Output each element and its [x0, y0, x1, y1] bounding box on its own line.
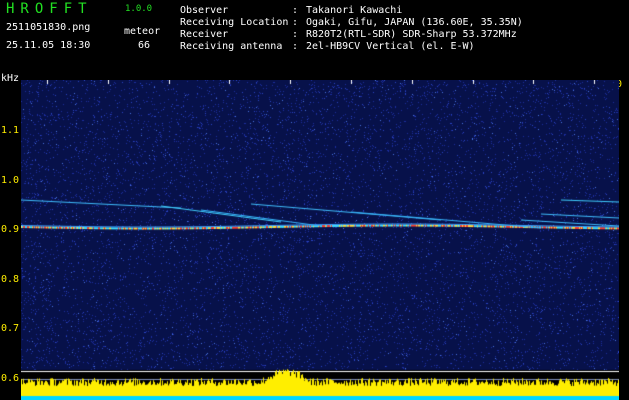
app-version: 1.0.0 — [125, 4, 153, 14]
y-axis-unit: kHz — [1, 73, 20, 84]
app-title: HROFFT — [6, 1, 93, 17]
antenna-value: 2el-HB9CV Vertical (el. E-W) — [306, 41, 475, 52]
y-tick-label: 0.7 — [1, 323, 20, 334]
antenna-colon: : — [292, 41, 299, 52]
receiver-value: R820T2(RTL-SDR) SDR-Sharp 53.372MHz — [306, 29, 517, 40]
location-colon: : — [292, 17, 299, 28]
antenna-label: Receiving antenna — [180, 41, 283, 52]
receiver-colon: : — [292, 29, 299, 40]
y-tick-label: 0.6 — [1, 373, 20, 384]
meteor-label: meteor — [124, 26, 161, 37]
datetime: 25.11.05 18:30 — [6, 40, 91, 51]
y-tick-label: 0.9 — [1, 224, 20, 235]
y-tick-label: 1.0 — [1, 175, 20, 186]
receiver-label: Receiver — [180, 29, 229, 40]
observer-value: Takanori Kawachi — [306, 5, 403, 16]
spectrogram-plot[interactable] — [21, 80, 619, 400]
location-value: Ogaki, Gifu, JAPAN (136.60E, 35.35N) — [306, 17, 523, 28]
filename: 2511051830.png — [6, 22, 91, 33]
observer-colon: : — [292, 5, 299, 16]
meteor-count: 66 — [138, 40, 151, 51]
observer-label: Observer — [180, 5, 229, 16]
y-tick-label: 0.8 — [1, 274, 20, 285]
location-label: Receiving Location — [180, 17, 289, 28]
y-tick-label: 1.1 — [1, 125, 20, 136]
